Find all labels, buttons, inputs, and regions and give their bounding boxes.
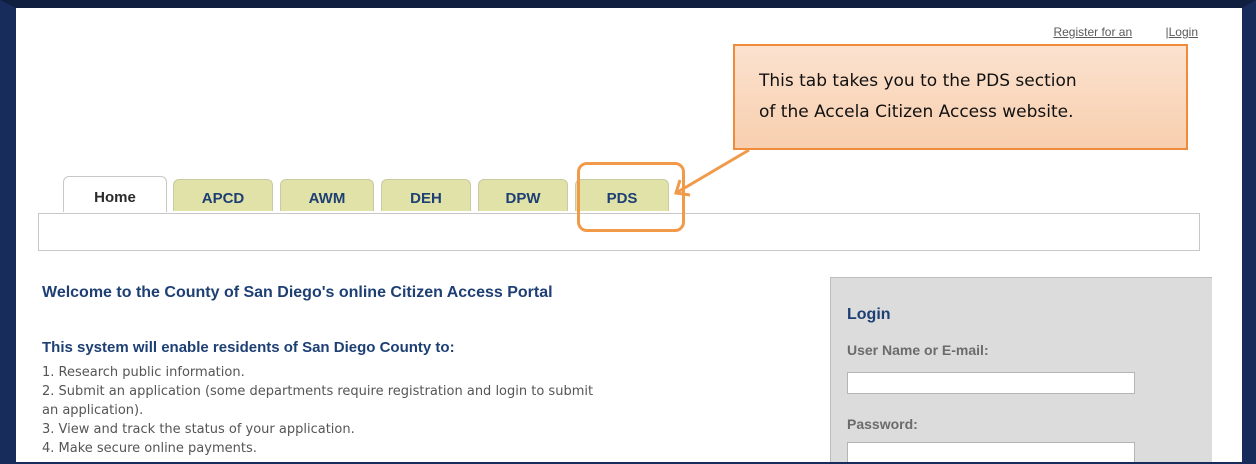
password-label: Password: — [847, 416, 918, 432]
register-link[interactable]: Register for an — [1053, 25, 1132, 39]
callout-text: This tab takes you to the PDS section of… — [759, 66, 1077, 128]
callout-line: of the Accela Citizen Access website. — [759, 102, 1074, 122]
tab-awm-label: AWM — [308, 190, 346, 207]
pds-tab-highlight — [577, 162, 685, 232]
tab-home[interactable]: Home — [63, 176, 167, 212]
welcome-heading: Welcome to the County of San Diego's onl… — [42, 284, 553, 301]
tab-apcd[interactable]: APCD — [173, 179, 273, 211]
account-links: Register for an |Login — [1053, 25, 1198, 39]
tab-home-label: Home — [94, 189, 136, 206]
tab-dpw[interactable]: DPW — [478, 179, 568, 211]
list-item: 2. Submit an application (some departmen… — [42, 384, 594, 399]
login-title: Login — [847, 306, 891, 323]
feature-list: 1. Research public information. 2. Submi… — [42, 363, 802, 458]
list-item: an application). — [42, 403, 144, 418]
tab-awm[interactable]: AWM — [280, 179, 374, 211]
password-field[interactable] — [847, 442, 1135, 462]
list-item: 4. Make secure online payments. — [42, 441, 257, 456]
tab-deh[interactable]: DEH — [381, 179, 471, 211]
system-subheading: This system will enable residents of San… — [42, 339, 455, 356]
login-link[interactable]: Login — [1169, 25, 1198, 39]
annotation-callout: This tab takes you to the PDS section of… — [733, 44, 1188, 150]
username-label: User Name or E-mail: — [847, 342, 989, 358]
tab-dpw-label: DPW — [505, 190, 541, 207]
list-item: 1. Research public information. — [42, 365, 245, 380]
list-item: 3. View and track the status of your app… — [42, 422, 355, 437]
username-field[interactable] — [847, 372, 1135, 394]
tab-deh-label: DEH — [410, 190, 442, 207]
callout-line: This tab takes you to the PDS section — [759, 71, 1077, 91]
tab-apcd-label: APCD — [201, 190, 245, 207]
login-panel: Login User Name or E-mail: Password: — [830, 277, 1212, 462]
